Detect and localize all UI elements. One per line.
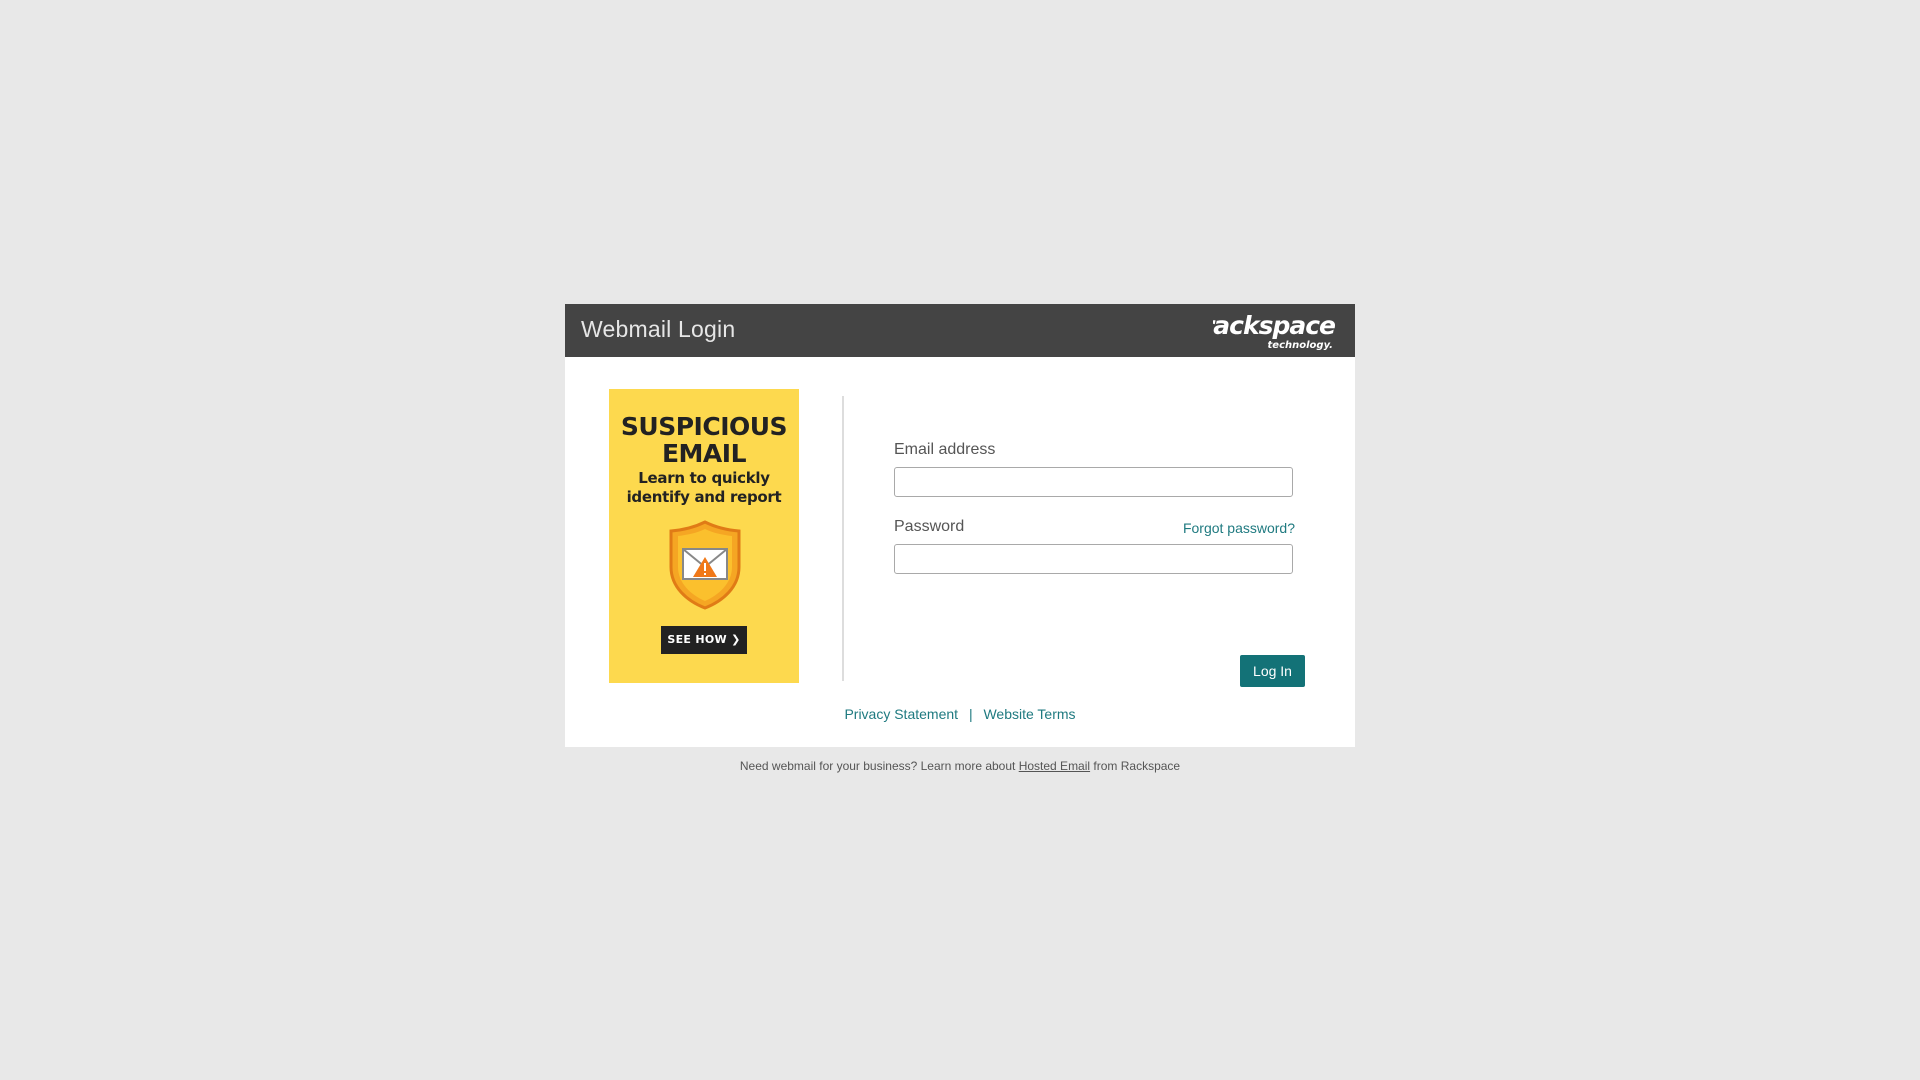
see-how-label: SEE HOW xyxy=(667,633,727,646)
ad-sub-line2: identify and report xyxy=(626,488,782,506)
rackspace-logo: rackspace technology. xyxy=(1213,311,1336,351)
promo-text-before: Need webmail for your business? Learn mo… xyxy=(739,759,1019,773)
suspicious-email-ad[interactable]: SUSPICIOUS EMAIL Learn to quickly identi… xyxy=(609,389,799,683)
brand-tagline: technology. xyxy=(1268,340,1333,351)
email-label: Email address xyxy=(894,441,996,458)
see-how-button[interactable]: SEE HOW ❯ xyxy=(661,626,747,654)
footer-separator: | xyxy=(968,706,973,722)
card-header: Webmail Login rackspace technology. xyxy=(565,304,1355,357)
footer-links: Privacy Statement | Website Terms xyxy=(565,706,1355,722)
hosted-email-promo: Need webmail for your business? Learn mo… xyxy=(0,759,1920,773)
promo-text-after: from Rackspace xyxy=(1090,759,1181,773)
chevron-right-icon: ❯ xyxy=(731,633,741,646)
website-terms-link[interactable]: Website Terms xyxy=(983,706,1075,722)
login-card: Webmail Login rackspace technology. SUSP… xyxy=(565,304,1355,747)
password-field[interactable] xyxy=(894,544,1293,574)
forgot-password-link[interactable]: Forgot password? xyxy=(1183,520,1295,536)
privacy-statement-link[interactable]: Privacy Statement xyxy=(844,706,958,722)
page-title: Webmail Login xyxy=(581,316,736,342)
ad-subheadline: Learn to quickly identify and report xyxy=(609,469,799,507)
shield-envelope-warning-icon xyxy=(669,520,741,610)
ad-headline: SUSPICIOUS EMAIL xyxy=(609,413,799,467)
email-field[interactable] xyxy=(894,467,1293,497)
brand-name: rackspace xyxy=(1213,311,1335,340)
login-button[interactable]: Log In xyxy=(1240,655,1305,687)
ad-headline-line2: EMAIL xyxy=(661,439,747,468)
hosted-email-link[interactable]: Hosted Email xyxy=(1019,759,1090,773)
password-label: Password xyxy=(894,518,965,535)
ad-headline-line1: SUSPICIOUS xyxy=(620,412,788,441)
ad-sub-line1: Learn to quickly xyxy=(638,469,770,487)
vertical-divider xyxy=(842,396,844,681)
